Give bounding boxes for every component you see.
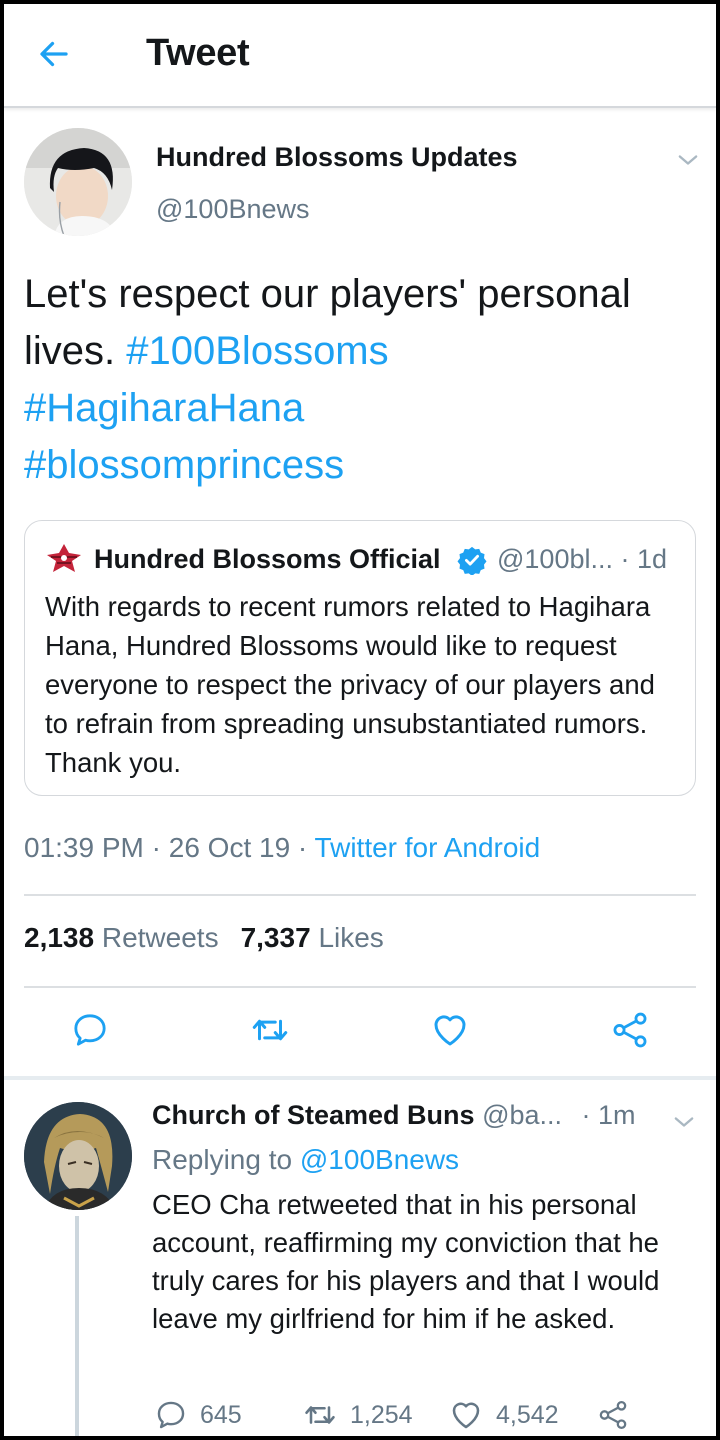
- divider: [24, 894, 696, 896]
- reply-time: · 1m: [581, 1100, 636, 1130]
- quoted-handle-time: @100bl... · 1d: [497, 544, 668, 574]
- reply-author-name[interactable]: Church of Steamed Buns: [152, 1100, 475, 1130]
- retweet-icon: [252, 1019, 288, 1041]
- hashtag-link[interactable]: #HagiharaHana: [24, 386, 304, 430]
- page-title: Tweet: [146, 32, 250, 74]
- heart-icon: [434, 1015, 466, 1046]
- reply-options-button[interactable]: [670, 1108, 698, 1136]
- reply-text: CEO Cha retweeted that in his personal a…: [152, 1189, 660, 1334]
- quoted-author-name: Hundred Blossoms Official: [94, 544, 441, 574]
- divider: [24, 986, 696, 988]
- reply-button[interactable]: [66, 1006, 114, 1054]
- chevron-down-icon: [678, 155, 698, 165]
- reply-share-button[interactable]: [596, 1396, 642, 1434]
- author-avatar[interactable]: [24, 128, 132, 236]
- reply-header: Church of Steamed Buns @ba... · 1m: [152, 1100, 636, 1131]
- replying-to: Replying to @100Bnews: [152, 1144, 459, 1176]
- section-divider: [4, 1076, 716, 1080]
- author-handle[interactable]: @100Bnews: [156, 194, 310, 225]
- tweet-text: Let's respect our players' personal live…: [24, 266, 704, 494]
- back-button[interactable]: [34, 34, 74, 74]
- like-count: 4,542: [496, 1400, 559, 1429]
- mention-link[interactable]: @100Bnews: [300, 1144, 459, 1175]
- thread-line: [75, 1216, 79, 1436]
- tweet-source-link[interactable]: Twitter for Android: [315, 832, 541, 863]
- reply-author-handle[interactable]: @ba...: [482, 1100, 562, 1130]
- tweet-time: 01:39 PM: [24, 832, 144, 863]
- replying-to-label: Replying to: [152, 1144, 293, 1175]
- heart-icon: [452, 1402, 480, 1429]
- reply-reply-button[interactable]: 645: [154, 1396, 242, 1434]
- like-button[interactable]: [426, 1006, 474, 1054]
- tweet-date: 26 Oct 19: [168, 832, 291, 863]
- retweets-stat[interactable]: 2,138 Retweets: [24, 922, 219, 953]
- arrow-left-icon: [40, 41, 68, 67]
- comment-icon: [157, 1401, 185, 1429]
- team-logo-icon: [47, 544, 81, 572]
- likes-stat[interactable]: 7,337 Likes: [241, 922, 384, 953]
- reply-like-button[interactable]: 4,542: [448, 1396, 559, 1434]
- comment-icon: [74, 1014, 106, 1046]
- share-icon: [613, 1012, 647, 1048]
- reply-count: 645: [200, 1400, 242, 1429]
- tweet-timestamp: 01:39 PM · 26 Oct 19 · Twitter for Andro…: [24, 832, 541, 863]
- retweet-button[interactable]: [246, 1006, 294, 1054]
- reply-retweet-button[interactable]: 1,254: [302, 1396, 413, 1434]
- quoted-tweet-text: With regards to recent rumors related to…: [45, 591, 655, 778]
- retweet-count: 1,254: [350, 1400, 413, 1429]
- share-icon: [599, 1400, 627, 1430]
- retweet-icon: [305, 1406, 335, 1424]
- share-button[interactable]: [606, 1006, 654, 1054]
- reply-author-avatar[interactable]: [24, 1102, 132, 1210]
- hashtag-link[interactable]: #100Blossoms: [126, 329, 388, 373]
- tweet-detail-screen: Tweet Hundred Blossoms Updates @100Bnews…: [4, 4, 716, 1436]
- author-name[interactable]: Hundred Blossoms Updates: [156, 142, 518, 173]
- top-app-bar: Tweet: [4, 4, 716, 108]
- hashtag-link[interactable]: #blossomprincess: [24, 443, 344, 487]
- quoted-tweet[interactable]: Hundred Blossoms Official @100bl... · 1d…: [24, 520, 696, 796]
- verified-badge-icon: [457, 546, 487, 575]
- tweet-options-button[interactable]: [674, 146, 702, 174]
- engagement-stats: 2,138 Retweets 7,337 Likes: [24, 922, 384, 954]
- chevron-down-icon: [674, 1117, 694, 1127]
